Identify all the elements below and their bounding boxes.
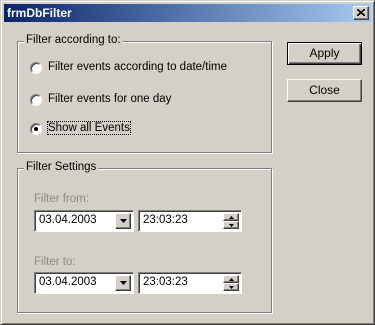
title-bar[interactable]: frmDbFilter [4,4,371,22]
filter-settings-group: Filter Settings Filter from: 03.04.2003 … [17,161,272,313]
filter-to-time-field[interactable]: 23:03:23 [138,272,242,294]
filter-from-date-picker[interactable]: 03.04.2003 [34,210,134,232]
radio-label: Show all Events [47,121,131,135]
radio-button[interactable] [30,94,42,106]
filter-from-time-field[interactable]: 23:03:23 [138,210,242,232]
radio-button[interactable] [30,62,42,74]
filter-settings-legend: Filter Settings [24,161,99,173]
window-title: frmDbFilter [7,6,72,20]
filter-from-time-value: 23:03:23 [143,214,188,226]
filter-from-time-spin-up[interactable] [223,213,239,221]
filter-from-date-value: 03.04.2003 [39,214,97,226]
filter-from-date-dropdown-button[interactable] [115,213,131,229]
spin-down-icon [229,224,234,227]
filter-to-time-value: 23:03:23 [143,276,188,288]
spin-up-icon [229,216,234,219]
spin-up-icon [229,278,234,281]
window-close-button[interactable] [353,6,369,20]
filter-to-date-value: 03.04.2003 [39,276,97,288]
dialog-window: frmDbFilter Filter according to: Filter … [0,0,375,325]
radio-label: Filter events according to date/time [48,61,227,73]
filter-from-label: Filter from: [34,193,89,205]
chevron-down-icon [120,219,127,223]
radio-label: Filter events for one day [48,93,172,105]
spin-down-icon [229,286,234,289]
radio-button[interactable] [30,123,42,135]
chevron-down-icon [120,281,127,285]
close-button[interactable]: Close [287,79,362,102]
filter-to-label: Filter to: [34,256,76,268]
apply-button[interactable]: Apply [287,42,362,65]
filter-to-time-spin-up[interactable] [223,275,239,283]
filter-mode-legend: Filter according to: [24,34,123,46]
filter-to-time-spin-down[interactable] [223,283,239,291]
filter-to-date-picker[interactable]: 03.04.2003 [34,272,134,294]
filter-to-date-dropdown-button[interactable] [115,275,131,291]
close-icon [357,9,365,16]
filter-mode-group: Filter according to: Filter events accor… [17,34,272,153]
filter-from-time-spin-down[interactable] [223,221,239,229]
